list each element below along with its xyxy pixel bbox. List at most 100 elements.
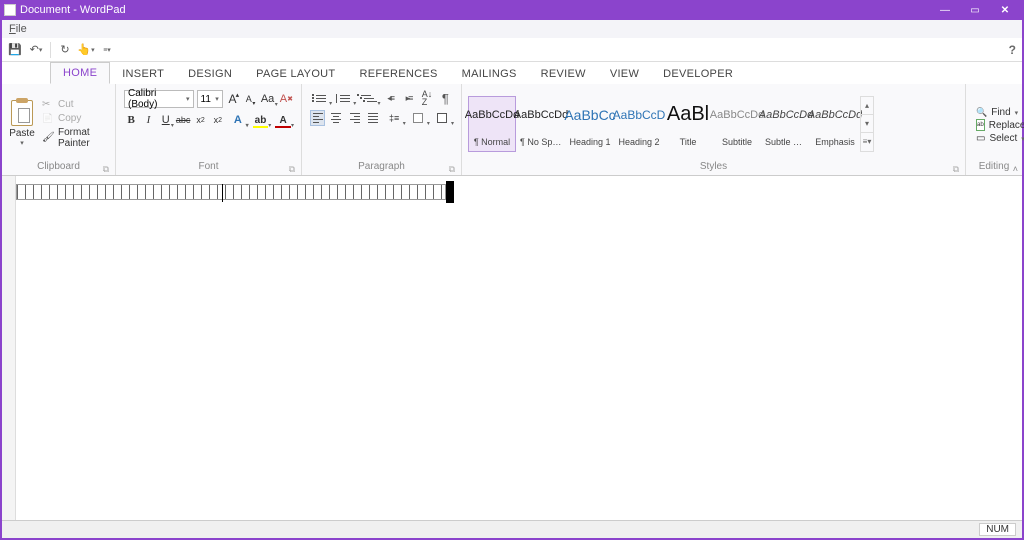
select-button[interactable]: Select ▾ — [976, 133, 1012, 144]
superscript-button[interactable]: x2 — [211, 112, 225, 128]
find-button[interactable]: Find ▾ — [976, 107, 1012, 118]
styles-scroll-up-icon[interactable]: ▴ — [861, 97, 873, 115]
outdent-icon: ◂≡ — [387, 93, 393, 104]
borders-button[interactable]: ▾ — [432, 110, 453, 126]
tab-insert[interactable]: INSERT — [110, 64, 176, 84]
group-editing-label: Editing — [979, 161, 1010, 172]
replace-icon — [976, 120, 985, 131]
align-center-button[interactable] — [328, 110, 343, 126]
styles-gallery-scroll: ▴ ▾ ≡▾ — [860, 96, 874, 152]
style-heading-1[interactable]: AaBbCcHeading 1 — [566, 96, 614, 152]
tab-references[interactable]: REFERENCES — [347, 64, 449, 84]
shading-button[interactable]: ▾ — [408, 110, 429, 126]
show-marks-button[interactable]: ¶ — [438, 90, 453, 106]
strikethrough-button[interactable]: abc — [176, 112, 191, 128]
paste-label: Paste — [9, 128, 35, 139]
style-emphasis[interactable]: AaBbCcDdEmphasis — [811, 96, 859, 152]
save-icon[interactable]: 💾 — [6, 41, 24, 59]
replace-button[interactable]: Replace — [976, 120, 1012, 131]
align-left-icon — [313, 111, 323, 125]
style-subtle-emphasis[interactable]: AaBbCcDdSubtle Em... — [762, 96, 810, 152]
font-color-button[interactable]: A▾ — [273, 112, 293, 128]
copy-icon — [42, 113, 54, 125]
tab-view[interactable]: VIEW — [598, 64, 651, 84]
font-name-combo[interactable]: Calibri (Body)▾ — [124, 90, 194, 108]
grow-font-button[interactable]: A▴ — [226, 91, 239, 107]
touch-mode-icon[interactable]: 👆▾ — [77, 41, 95, 59]
tab-mailings[interactable]: MAILINGS — [450, 64, 529, 84]
collapse-ribbon-icon[interactable]: ˄ — [1013, 164, 1018, 174]
group-paragraph-label: Paragraph — [358, 161, 405, 172]
highlight-button[interactable]: ab▾ — [251, 112, 271, 128]
copy-button[interactable]: Copy — [42, 113, 111, 125]
vertical-ruler[interactable] — [2, 176, 16, 536]
justify-button[interactable] — [365, 110, 380, 126]
undo-icon[interactable]: ↶▾ — [27, 41, 45, 59]
text-effects-button[interactable]: A▾ — [228, 112, 248, 128]
bullets-icon — [316, 93, 326, 104]
multilevel-list-button[interactable]: ▾ — [358, 90, 379, 106]
italic-button[interactable]: I — [141, 112, 155, 128]
align-left-button[interactable] — [310, 110, 325, 126]
maximize-button[interactable]: ▭ — [960, 0, 990, 20]
numbering-button[interactable]: ▾ — [334, 90, 355, 106]
find-icon — [976, 107, 987, 118]
decrease-indent-button[interactable]: ◂≡ — [382, 90, 397, 106]
tab-review[interactable]: REVIEW — [529, 64, 598, 84]
qat-customize-icon[interactable]: ≡▾ — [98, 41, 116, 59]
redo-icon[interactable]: ↻ — [56, 41, 74, 59]
minimize-button[interactable]: — — [930, 0, 960, 20]
menu-bar: File — [2, 20, 1022, 38]
font-launcher-icon[interactable]: ⧉ — [289, 164, 295, 175]
quick-access-toolbar: 💾 ↶▾ ↻ 👆▾ ≡▾ ? — [2, 38, 1022, 62]
borders-icon — [437, 113, 447, 123]
bold-button[interactable]: B — [124, 112, 138, 128]
underline-button[interactable]: U▾ — [159, 112, 173, 128]
style-title[interactable]: AaBlTitle — [664, 96, 712, 152]
tab-design[interactable]: DESIGN — [176, 64, 244, 84]
format-painter-button[interactable]: Format Painter — [42, 127, 111, 149]
status-bar: NUM — [2, 520, 1022, 538]
sort-icon: A↓Z — [422, 90, 433, 106]
style-no-spacing[interactable]: AaBbCcDd¶ No Spac... — [517, 96, 565, 152]
tab-developer[interactable]: DEVELOPER — [651, 64, 745, 84]
paste-icon — [11, 100, 33, 126]
align-right-button[interactable] — [347, 110, 362, 126]
tab-home[interactable]: HOME — [50, 62, 110, 84]
close-button[interactable]: ✕ — [990, 0, 1020, 20]
paragraph-launcher-icon[interactable]: ⧉ — [449, 164, 455, 175]
multilevel-icon — [361, 93, 377, 104]
ribbon-tabs: HOME INSERT DESIGN PAGE LAYOUT REFERENCE… — [2, 62, 1022, 84]
style-heading-2[interactable]: AaBbCcDHeading 2 — [615, 96, 663, 152]
numbering-icon — [340, 93, 350, 104]
change-case-button[interactable]: Aa▾ — [258, 91, 276, 107]
shrink-font-button[interactable]: A▾ — [242, 91, 255, 107]
clipboard-launcher-icon[interactable]: ⧉ — [103, 164, 109, 175]
cut-button[interactable]: Cut — [42, 99, 111, 111]
document-area[interactable] — [2, 176, 1022, 536]
bullets-button[interactable]: ▾ — [310, 90, 331, 106]
cut-icon — [42, 99, 54, 111]
styles-launcher-icon[interactable]: ⧉ — [953, 164, 959, 175]
group-font-label: Font — [198, 161, 218, 172]
group-font: Calibri (Body)▾ 11▾ A▴ A▾ Aa▾ A✖ B I U▾ … — [116, 84, 302, 175]
group-clipboard: Paste ▾ Cut Copy Format Painter Clipboar… — [2, 84, 116, 175]
group-paragraph: ▾ ▾ ▾ ◂≡ ▸≡ A↓Z ¶ ‡≡▾ ▾ ▾ — [302, 84, 462, 175]
font-size-combo[interactable]: 11▾ — [197, 90, 223, 108]
help-icon[interactable]: ? — [1009, 43, 1016, 57]
horizontal-ruler[interactable] — [16, 184, 446, 204]
styles-scroll-down-icon[interactable]: ▾ — [861, 115, 873, 133]
group-styles-label: Styles — [700, 161, 727, 172]
file-menu[interactable]: File — [6, 23, 30, 35]
paste-button[interactable]: Paste ▾ — [6, 100, 38, 147]
styles-expand-icon[interactable]: ≡▾ — [861, 133, 873, 150]
styles-gallery: AaBbCcDd¶ Normal AaBbCcDd¶ No Spac... Aa… — [466, 86, 961, 161]
increase-indent-button[interactable]: ▸≡ — [401, 90, 416, 106]
line-spacing-button[interactable]: ‡≡▾ — [384, 110, 405, 126]
subscript-button[interactable]: x2 — [193, 112, 207, 128]
style-subtitle[interactable]: AaBbCcDdSubtitle — [713, 96, 761, 152]
style-normal[interactable]: AaBbCcDd¶ Normal — [468, 96, 516, 152]
sort-button[interactable]: A↓Z — [419, 90, 434, 106]
clear-formatting-button[interactable]: A✖ — [280, 91, 293, 107]
tab-page-layout[interactable]: PAGE LAYOUT — [244, 64, 347, 84]
